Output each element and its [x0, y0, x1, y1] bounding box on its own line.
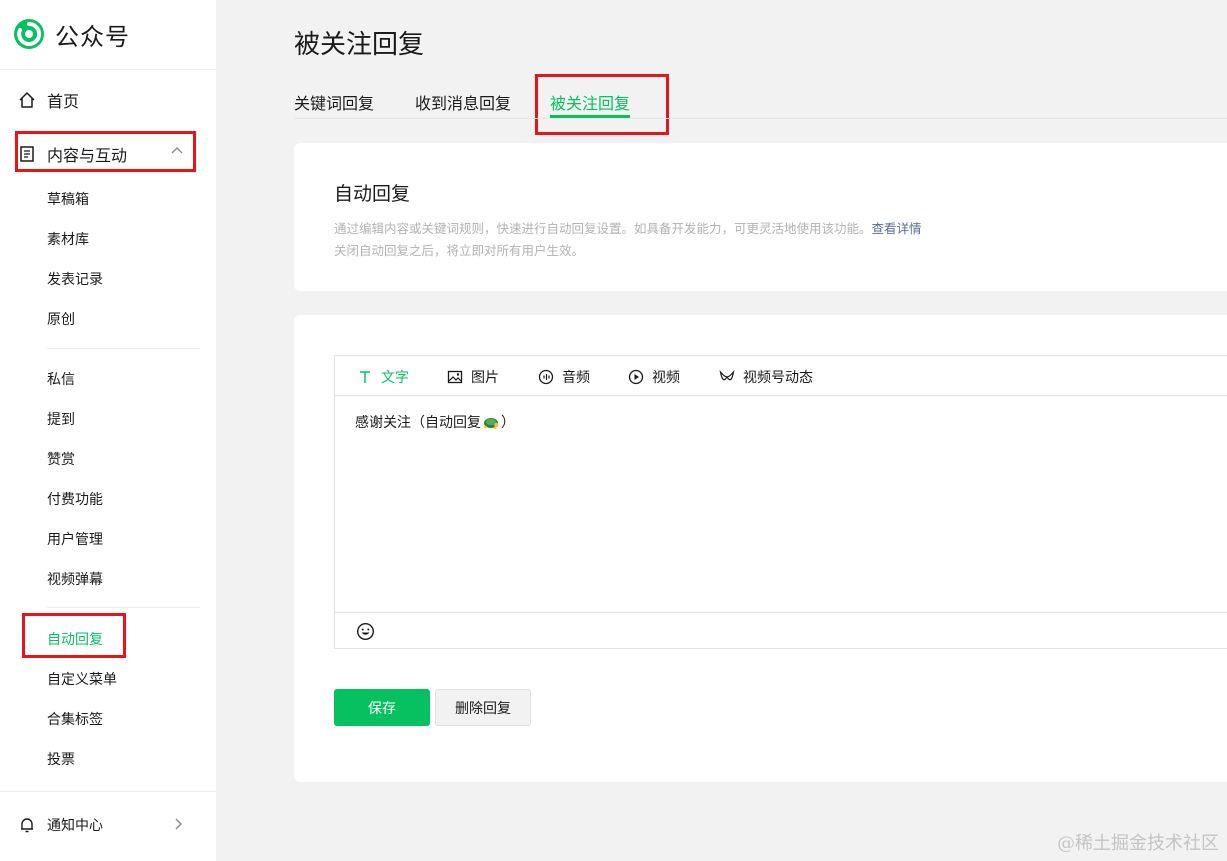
sidebar-item-home[interactable]: 首页	[18, 88, 79, 112]
sidebar-item-notifications[interactable]: 通知中心	[18, 815, 103, 835]
sidebar-item-auto-reply[interactable]: 自动回复	[47, 629, 103, 649]
chevron-right-icon[interactable]	[171, 817, 185, 831]
editor-tab-label: 音频	[562, 370, 590, 386]
tab-keyword-reply[interactable]: 关键词回复	[294, 90, 374, 114]
description-line-2: 关闭自动回复之后，将立即对所有用户生效。	[334, 243, 585, 258]
logo[interactable]: 公众号	[12, 16, 130, 52]
turtle-emoji-icon	[484, 418, 499, 430]
sidebar-item-collection-tags[interactable]: 合集标签	[47, 709, 103, 729]
save-button[interactable]: 保存	[334, 689, 430, 726]
sidebar-item-drafts[interactable]: 草稿箱	[47, 189, 89, 209]
editor-tab-label: 视频号动态	[743, 370, 813, 386]
sidebar-item-publish-records[interactable]: 发表记录	[47, 269, 103, 289]
page-title: 被关注回复	[294, 30, 425, 60]
sidebar-item-label: 首页	[47, 92, 80, 111]
sidebar-item-original[interactable]: 原创	[47, 309, 75, 329]
delete-reply-button[interactable]: 删除回复	[435, 689, 531, 726]
sidebar-item-video-danmaku[interactable]: 视频弹幕	[47, 569, 103, 589]
text-icon	[360, 371, 370, 383]
tab-message-reply[interactable]: 收到消息回复	[415, 90, 511, 114]
sidebar-item-content-interaction[interactable]: 内容与互动	[18, 142, 127, 166]
document-icon	[20, 146, 34, 162]
chevron-up-icon[interactable]	[170, 144, 184, 158]
sidebar-item-materials[interactable]: 素材库	[47, 229, 89, 249]
editor-tab-channels[interactable]: 视频号动态	[719, 367, 813, 387]
editor-tab-video[interactable]: 视频	[628, 367, 680, 387]
wechat-official-logo-icon	[14, 19, 44, 49]
view-details-link[interactable]: 查看详情	[872, 221, 922, 236]
description-line-1: 通过编辑内容或关键词规则，快速进行自动回复设置。如具备开发能力，可更灵活地使用该…	[334, 218, 922, 237]
sidebar-item-custom-menu[interactable]: 自定义菜单	[47, 669, 117, 689]
audio-icon	[538, 369, 554, 385]
editor-tab-image[interactable]: 图片	[447, 367, 499, 387]
reply-editor-card: 文字 图片 音频 视频 视频号动态 感谢关注（自动回复 ） 保存 删除回复	[294, 315, 1227, 782]
sidebar-divider	[47, 607, 200, 608]
editor-tab-label: 文字	[381, 370, 409, 386]
sidebar-item-user-management[interactable]: 用户管理	[47, 529, 103, 549]
editor-tab-text[interactable]: 文字	[357, 367, 409, 387]
video-play-icon	[628, 369, 644, 385]
smile-icon[interactable]	[356, 622, 375, 641]
bell-icon	[21, 818, 33, 833]
section-title: 自动回复	[334, 183, 411, 205]
editor-footer	[335, 612, 1227, 649]
editor-type-tabs: 文字 图片 音频 视频 视频号动态	[335, 356, 1227, 396]
editor-tab-label: 视频	[652, 370, 680, 386]
sidebar-item-messages[interactable]: 私信	[47, 369, 75, 389]
home-icon	[19, 92, 35, 108]
brand-name: 公众号	[55, 22, 130, 51]
auto-reply-info-card: 自动回复 通过编辑内容或关键词规则，快速进行自动回复设置。如具备开发能力，可更灵…	[294, 143, 1227, 291]
editor-tab-label: 图片	[471, 370, 499, 386]
reply-editor: 文字 图片 音频 视频 视频号动态 感谢关注（自动回复 ）	[334, 355, 1227, 649]
reply-text: ）	[501, 415, 515, 431]
sidebar-item-vote[interactable]: 投票	[47, 749, 75, 769]
active-tab-indicator	[550, 115, 630, 118]
sidebar-divider	[0, 791, 216, 792]
tab-follow-reply[interactable]: 被关注回复	[550, 90, 630, 114]
channels-icon	[719, 369, 735, 381]
sidebar: 公众号 首页 内容与互动 草稿箱 素材库 发表记录 原创 私信 提到 赞赏 付费…	[0, 0, 216, 861]
reply-tabs: 关键词回复 收到消息回复 被关注回复	[294, 90, 1227, 119]
reply-text-content[interactable]: 感谢关注（自动回复 ）	[355, 412, 515, 432]
sidebar-divider	[47, 348, 200, 349]
sidebar-item-label: 内容与互动	[47, 146, 128, 165]
watermark: @稀土掘金技术社区	[1057, 833, 1219, 854]
sidebar-item-appreciation[interactable]: 赞赏	[47, 449, 75, 469]
sidebar-item-mentions[interactable]: 提到	[47, 409, 75, 429]
sidebar-item-paid-features[interactable]: 付费功能	[47, 489, 103, 509]
sidebar-item-label: 通知中心	[47, 818, 103, 834]
description-text: 通过编辑内容或关键词规则，快速进行自动回复设置。如具备开发能力，可更灵活地使用该…	[334, 221, 872, 236]
image-icon	[447, 370, 463, 384]
reply-text: 感谢关注（自动回复	[355, 415, 481, 431]
editor-tab-audio[interactable]: 音频	[538, 367, 590, 387]
sidebar-divider	[0, 69, 216, 70]
